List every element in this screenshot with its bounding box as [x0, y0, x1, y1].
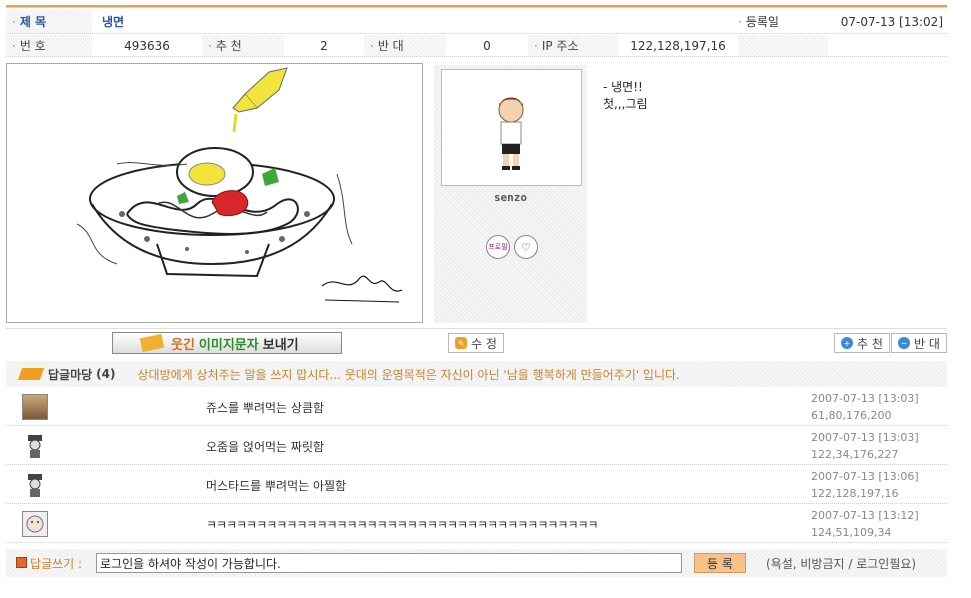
top-accent-line — [6, 5, 947, 8]
pencil-icon — [17, 368, 45, 380]
post-body-line2: 첫,,,그림 — [603, 97, 648, 111]
reply-write-bar: 답글쓰기 : 등 록 (욕설, 비방금지 / 로그인필요) — [6, 549, 947, 577]
num-value: 493636 — [124, 38, 170, 53]
title-label: · 제 목 — [6, 10, 92, 33]
reply-input[interactable] — [96, 553, 682, 573]
header-row-title: · 제 목 냉면 · 등록일 07-07-13 [13:02] — [6, 10, 947, 34]
post-page: · 제 목 냉면 · 등록일 07-07-13 [13:02] · 번 호 49363… — [0, 0, 971, 598]
heart-badge-icon[interactable]: ♡ — [514, 235, 538, 259]
send-image-text-button[interactable]: 웃긴 이미지문자 보내기 — [112, 332, 342, 354]
post-body-line1: - 냉면!! — [603, 80, 643, 94]
replies-count: (4) — [96, 367, 116, 381]
author-profile: senzo 프로필 ♡ — [434, 65, 587, 323]
envelope-icon — [139, 333, 165, 353]
rec-label: · 추 천 — [202, 35, 284, 56]
profile-badge-icon[interactable]: 프로필 — [486, 235, 510, 259]
replies-header: 답글마당 (4) 상대방에게 상처주는 말을 쓰지 맙시다... 웃대의 운영목… — [6, 361, 947, 387]
photo-avatar[interactable] — [22, 394, 48, 420]
reply-meta: 2007-07-13 [13:03] 122,34,176,227 — [811, 431, 919, 461]
ip-value: 122,128,197,16 — [630, 38, 726, 53]
edit-button[interactable]: ✎ 수 정 — [448, 333, 504, 353]
write-icon — [16, 557, 27, 568]
header-filler — [738, 35, 828, 56]
write-warning: (욕설, 비방금지 / 로그인필요) — [766, 557, 917, 571]
author-avatar[interactable] — [441, 69, 582, 186]
edit-icon: ✎ — [455, 337, 467, 349]
post-title: 냉면 — [102, 15, 125, 29]
replies-title: 답글마당 — [48, 367, 93, 382]
author-username[interactable]: senzo — [434, 191, 587, 204]
action-bar: 웃긴 이미지문자 보내기 ✎ 수 정 + 추 천 − 반 대 — [6, 328, 947, 356]
date-label: · 등록일 — [738, 14, 779, 30]
reply-item: 오줌을 얹어먹는 짜릿함 2007-07-13 [13:03] 122,34,17… — [6, 427, 947, 465]
reply-item: 머스타드를 뿌려먹는 아찔함 2007-07-13 [13:06] 122,128… — [6, 466, 947, 504]
thumbs-up-icon: + — [841, 337, 853, 349]
reply-meta: 2007-07-13 [13:03] 61,80,176,200 — [811, 392, 919, 422]
submit-reply-button[interactable]: 등 록 — [694, 553, 746, 573]
naengmyeon-drawing — [76, 67, 403, 303]
ip-label: · IP 주소 — [528, 35, 618, 56]
hat-avatar[interactable] — [22, 433, 48, 459]
recommend-button[interactable]: + 추 천 — [834, 333, 890, 353]
replies-notice: 상대방에게 상처주는 말을 쓰지 맙시다... 웃대의 운영목적은 자신이 아닌… — [137, 367, 680, 382]
face-avatar[interactable] — [22, 511, 48, 537]
post-image — [6, 63, 423, 323]
reply-text: ㅋㅋㅋㅋㅋㅋㅋㅋㅋㅋㅋㅋㅋㅋㅋㅋㅋㅋㅋㅋㅋㅋㅋㅋㅋㅋㅋㅋㅋㅋㅋㅋㅋㅋㅋㅋㅋㅋㅋ — [206, 518, 599, 532]
hat-avatar[interactable] — [22, 472, 48, 498]
opp-label: · 반 대 — [364, 35, 446, 56]
reply-meta: 2007-07-13 [13:06] 122,128,197,16 — [811, 470, 919, 500]
num-label: · 번 호 — [6, 35, 92, 56]
reply-meta: 2007-07-13 [13:12] 124,51,109,34 — [811, 509, 919, 539]
rec-value: 2 — [320, 38, 328, 53]
date-value: 07-07-13 [13:02] — [840, 14, 943, 29]
reply-item: ㅋㅋㅋㅋㅋㅋㅋㅋㅋㅋㅋㅋㅋㅋㅋㅋㅋㅋㅋㅋㅋㅋㅋㅋㅋㅋㅋㅋㅋㅋㅋㅋㅋㅋㅋㅋㅋㅋㅋ … — [6, 505, 947, 543]
header-row-info: · 번 호 493636 · 추 천 2 · 반 대 0 · IP 주소 122,128… — [6, 35, 947, 57]
write-label: 답글쓰기 : — [30, 556, 83, 571]
reply-text: 오줌을 얹어먹는 짜릿함 — [206, 440, 325, 454]
oppose-button[interactable]: − 반 대 — [891, 333, 947, 353]
reply-text: 쥬스를 뿌려먹는 상큼함 — [206, 401, 325, 415]
reply-item: 쥬스를 뿌려먹는 상큼함 2007-07-13 [13:03] 61,80,176… — [6, 388, 947, 426]
post-body: - 냉면!! 첫,,,그림 — [603, 79, 648, 113]
thumbs-down-icon: − — [898, 337, 910, 349]
reply-text: 머스타드를 뿌려먹는 아찔함 — [206, 479, 347, 493]
opp-value: 0 — [483, 38, 491, 53]
